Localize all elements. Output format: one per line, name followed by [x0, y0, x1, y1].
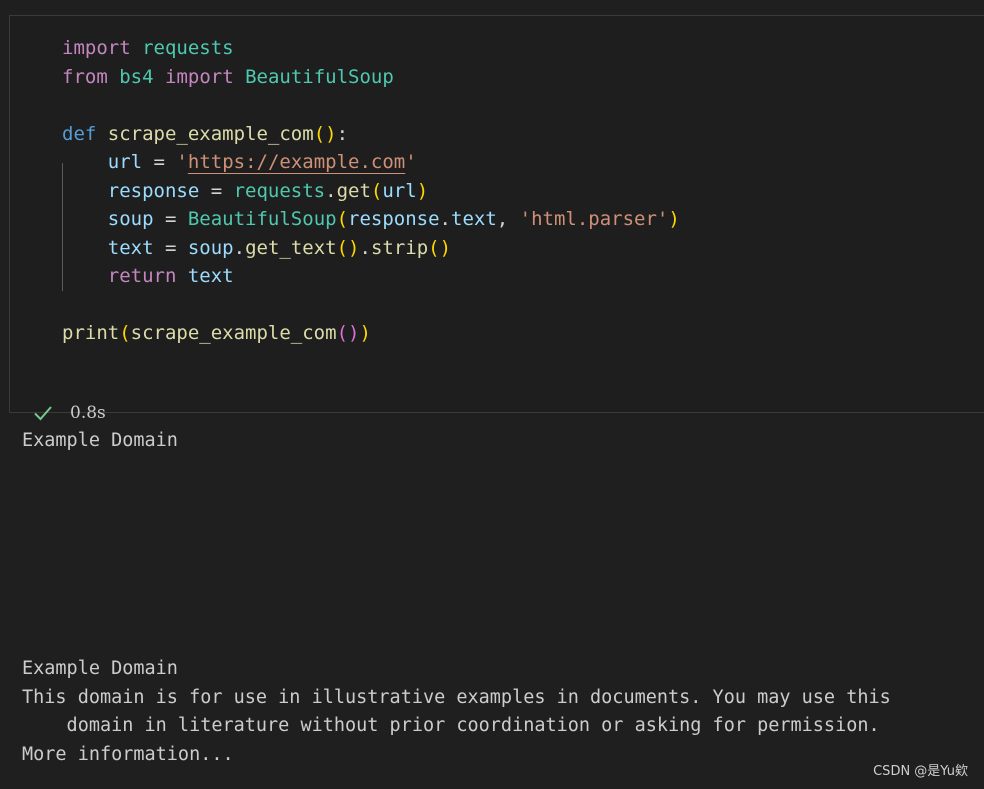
watermark: CSDN @是Yu欸	[873, 764, 968, 779]
code-token: )	[359, 322, 371, 344]
code-token: .	[439, 208, 451, 230]
code-line: def scrape_example_com():	[62, 120, 680, 149]
code-token: BeautifulSoup	[187, 208, 337, 230]
code-token: .	[233, 236, 246, 259]
code-token: get_text	[245, 236, 337, 259]
notebook-code-cell[interactable]: import requests from bs4 import Beautiful…	[9, 15, 984, 423]
code-token: import	[62, 37, 131, 59]
code-token: '	[176, 151, 188, 173]
code-line: from bs4 import BeautifulSoup	[62, 63, 680, 92]
code-token: =	[142, 151, 177, 173]
code-token: soup	[187, 236, 234, 259]
code-token: =	[153, 236, 188, 259]
code-token: response	[348, 208, 440, 230]
code-token: BeautifulSoup	[245, 65, 394, 88]
code-line: text = soup.get_text().strip()	[62, 234, 680, 263]
check-icon	[34, 406, 52, 421]
code-editor[interactable]: import requests from bs4 import Beautiful…	[62, 34, 680, 348]
code-line: response = requests.get(url)	[62, 177, 680, 206]
code-token: return	[107, 265, 177, 287]
code-line: print(scrape_example_com())	[62, 319, 680, 348]
code-token: =	[199, 179, 234, 202]
code-token: response	[107, 179, 200, 202]
code-token: import	[165, 65, 234, 88]
code-token: (	[336, 208, 349, 230]
execution-status: 0.8s	[32, 400, 106, 426]
code-token: url	[382, 179, 417, 202]
code-token: scrape_example_com	[130, 322, 337, 344]
code-token: https://example.com	[187, 151, 406, 173]
cell-output-first: Example Domain	[22, 430, 178, 451]
code-token: requests	[142, 37, 234, 59]
code-line: url = 'https://example.com'	[62, 148, 680, 177]
code-token: =	[153, 208, 188, 230]
code-token: text	[451, 208, 497, 230]
code-token: def	[62, 122, 97, 145]
code-token: text	[107, 236, 154, 259]
cell-output-second: Example Domain This domain is for use in…	[22, 658, 891, 765]
code-token: .	[325, 179, 337, 202]
code-token: :	[336, 122, 349, 145]
indent-guide	[62, 163, 63, 291]
code-line: return text	[62, 262, 680, 291]
code-token: bs4	[119, 65, 154, 88]
code-token: soup	[107, 208, 154, 230]
code-token: (	[119, 322, 131, 344]
code-token: )	[416, 179, 429, 202]
code-token: strip	[370, 236, 429, 259]
code-line: soup = BeautifulSoup(response.text, 'htm…	[62, 205, 680, 234]
code-token: '	[405, 151, 417, 173]
code-token: ()	[336, 236, 360, 259]
code-token: ()	[336, 322, 360, 344]
code-token: requests	[233, 179, 326, 202]
code-token: 'html.parser'	[519, 208, 669, 230]
code-token: ,	[496, 208, 520, 230]
code-token: url	[107, 151, 143, 173]
code-token: print	[62, 322, 120, 344]
code-token: ()	[428, 236, 452, 259]
code-token: text	[187, 265, 234, 287]
code-line: import requests	[62, 34, 680, 63]
code-token: .	[359, 236, 371, 259]
code-token: (	[370, 179, 383, 202]
code-token: )	[668, 208, 680, 230]
code-token: from	[62, 65, 108, 88]
execution-duration: 0.8s	[70, 403, 106, 423]
code-token: get	[336, 179, 371, 202]
code-token: scrape_example_com	[107, 122, 314, 145]
code-token: ()	[313, 122, 337, 145]
